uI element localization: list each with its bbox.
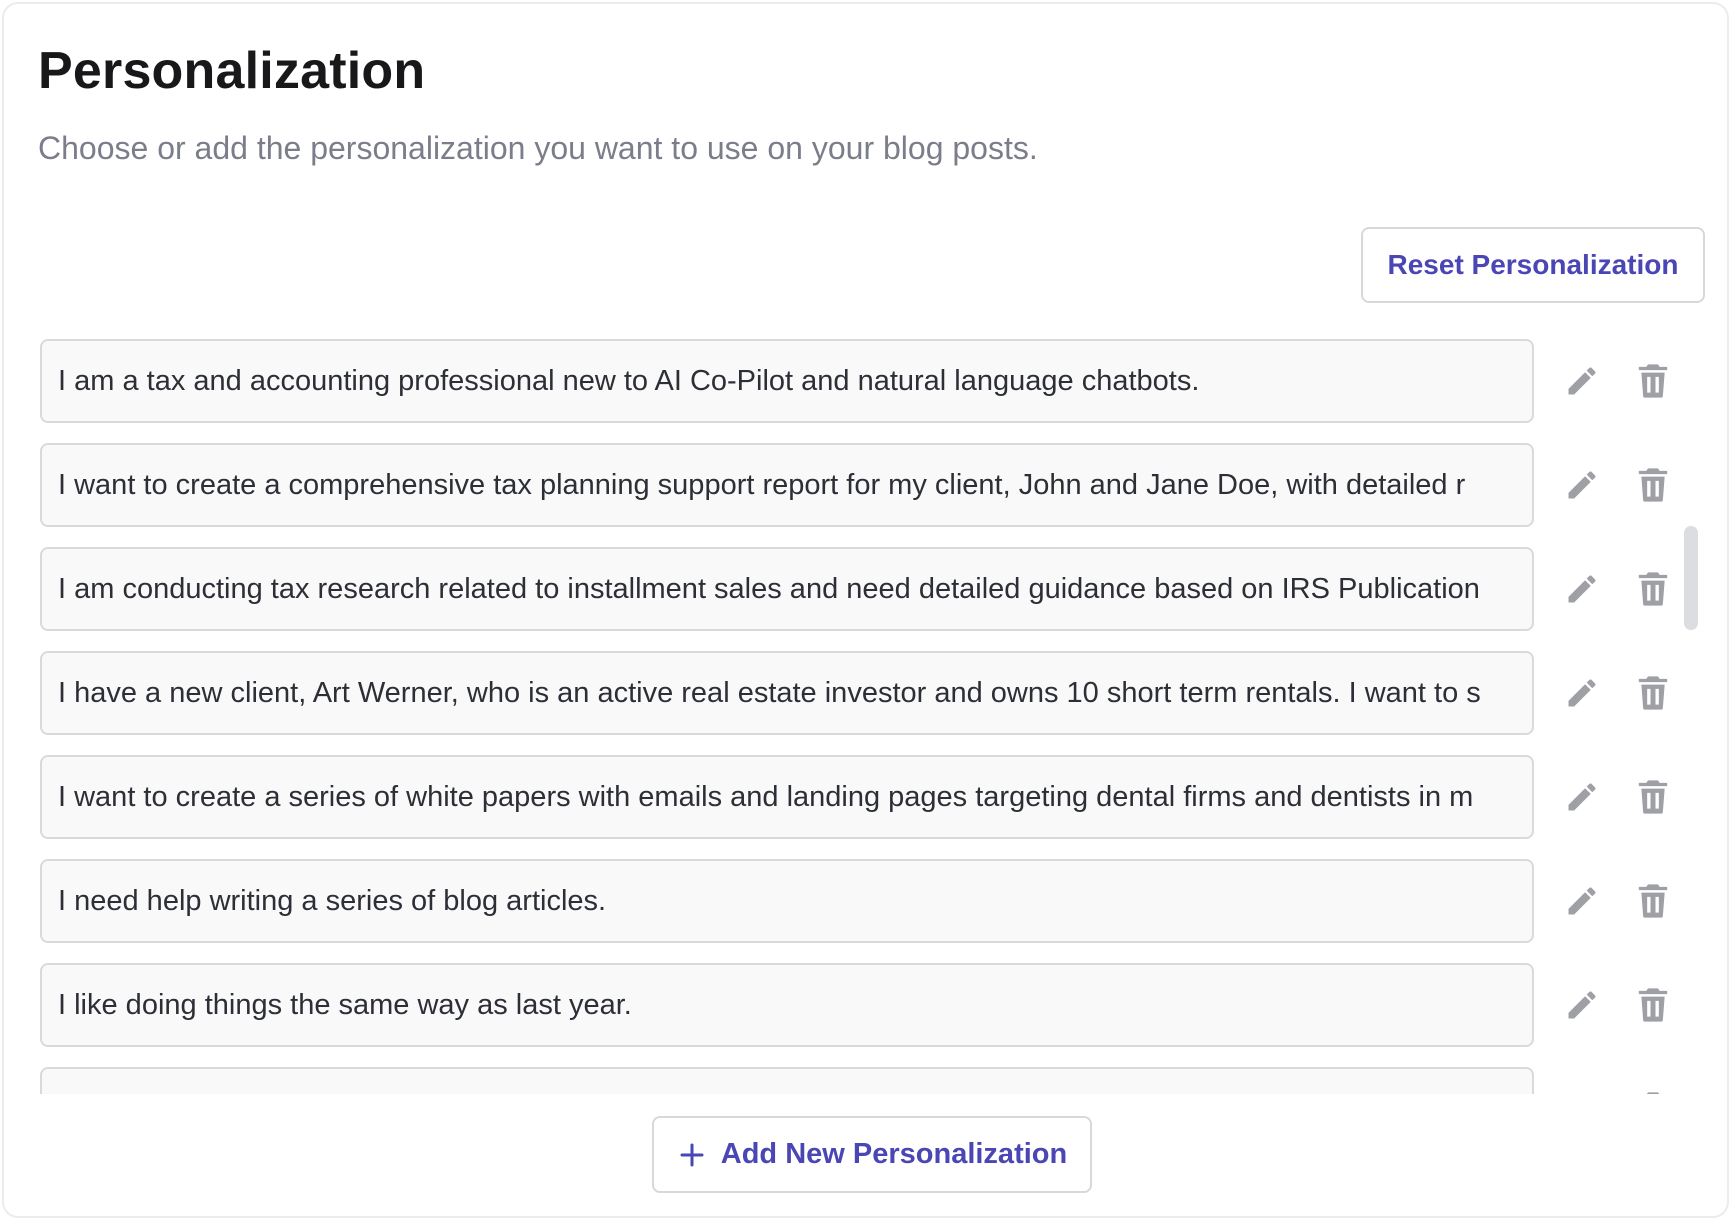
trash-icon: [1633, 985, 1673, 1025]
edit-button[interactable]: [1560, 983, 1604, 1027]
pencil-icon: [1564, 1091, 1600, 1094]
trash-icon: [1633, 881, 1673, 921]
edit-button[interactable]: [1560, 567, 1604, 611]
list-item: I like doing things the same way as last…: [40, 963, 1680, 1047]
page-subtitle: Choose or add the personalization you wa…: [38, 130, 1038, 166]
delete-button[interactable]: [1631, 775, 1675, 819]
personalization-text[interactable]: I want to create a comprehensive tax pla…: [40, 443, 1534, 527]
delete-button[interactable]: [1631, 359, 1675, 403]
pencil-icon: [1564, 779, 1600, 815]
delete-button[interactable]: [1631, 463, 1675, 507]
edit-button[interactable]: [1560, 671, 1604, 715]
list-item: I want to create a series of white paper…: [40, 755, 1680, 839]
delete-button[interactable]: [1631, 879, 1675, 923]
trash-icon: [1633, 569, 1673, 609]
pencil-icon: [1564, 883, 1600, 919]
list-item: I have a new client, Art Werner, who is …: [40, 651, 1680, 735]
list-item: [40, 1067, 1680, 1094]
trash-icon: [1633, 465, 1673, 505]
personalization-text[interactable]: I am conducting tax research related to …: [40, 547, 1534, 631]
personalization-card: Personalization Choose or add the person…: [2, 2, 1729, 1218]
personalization-list[interactable]: I am a tax and accounting professional n…: [40, 339, 1720, 1094]
edit-button[interactable]: [1560, 879, 1604, 923]
trash-icon: [1633, 777, 1673, 817]
list-item: I am conducting tax research related to …: [40, 547, 1680, 631]
delete-button[interactable]: [1631, 671, 1675, 715]
edit-button[interactable]: [1560, 359, 1604, 403]
list-item: I need help writing a series of blog art…: [40, 859, 1680, 943]
add-personalization-button[interactable]: Add New Personalization: [652, 1116, 1092, 1193]
personalization-text[interactable]: I want to create a series of white paper…: [40, 755, 1534, 839]
delete-button[interactable]: [1631, 1087, 1675, 1094]
edit-button[interactable]: [1560, 775, 1604, 819]
list-item: I want to create a comprehensive tax pla…: [40, 443, 1680, 527]
pencil-icon: [1564, 571, 1600, 607]
pencil-icon: [1564, 675, 1600, 711]
personalization-text[interactable]: I like doing things the same way as last…: [40, 963, 1534, 1047]
pencil-icon: [1564, 467, 1600, 503]
edit-button[interactable]: [1560, 1087, 1604, 1094]
list-item: I am a tax and accounting professional n…: [40, 339, 1680, 423]
personalization-text[interactable]: [40, 1067, 1534, 1094]
reset-personalization-button[interactable]: Reset Personalization: [1361, 227, 1705, 303]
edit-button[interactable]: [1560, 463, 1604, 507]
trash-icon: [1633, 673, 1673, 713]
personalization-text[interactable]: I need help writing a series of blog art…: [40, 859, 1534, 943]
personalization-text[interactable]: I have a new client, Art Werner, who is …: [40, 651, 1534, 735]
pencil-icon: [1564, 987, 1600, 1023]
pencil-icon: [1564, 363, 1600, 399]
plus-icon: [677, 1140, 707, 1170]
page-title: Personalization: [38, 42, 426, 100]
personalization-text[interactable]: I am a tax and accounting professional n…: [40, 339, 1534, 423]
delete-button[interactable]: [1631, 983, 1675, 1027]
scrollbar-thumb[interactable]: [1684, 526, 1698, 630]
trash-icon: [1633, 1089, 1673, 1094]
add-personalization-label: Add New Personalization: [720, 1138, 1068, 1170]
trash-icon: [1633, 361, 1673, 401]
delete-button[interactable]: [1631, 567, 1675, 611]
